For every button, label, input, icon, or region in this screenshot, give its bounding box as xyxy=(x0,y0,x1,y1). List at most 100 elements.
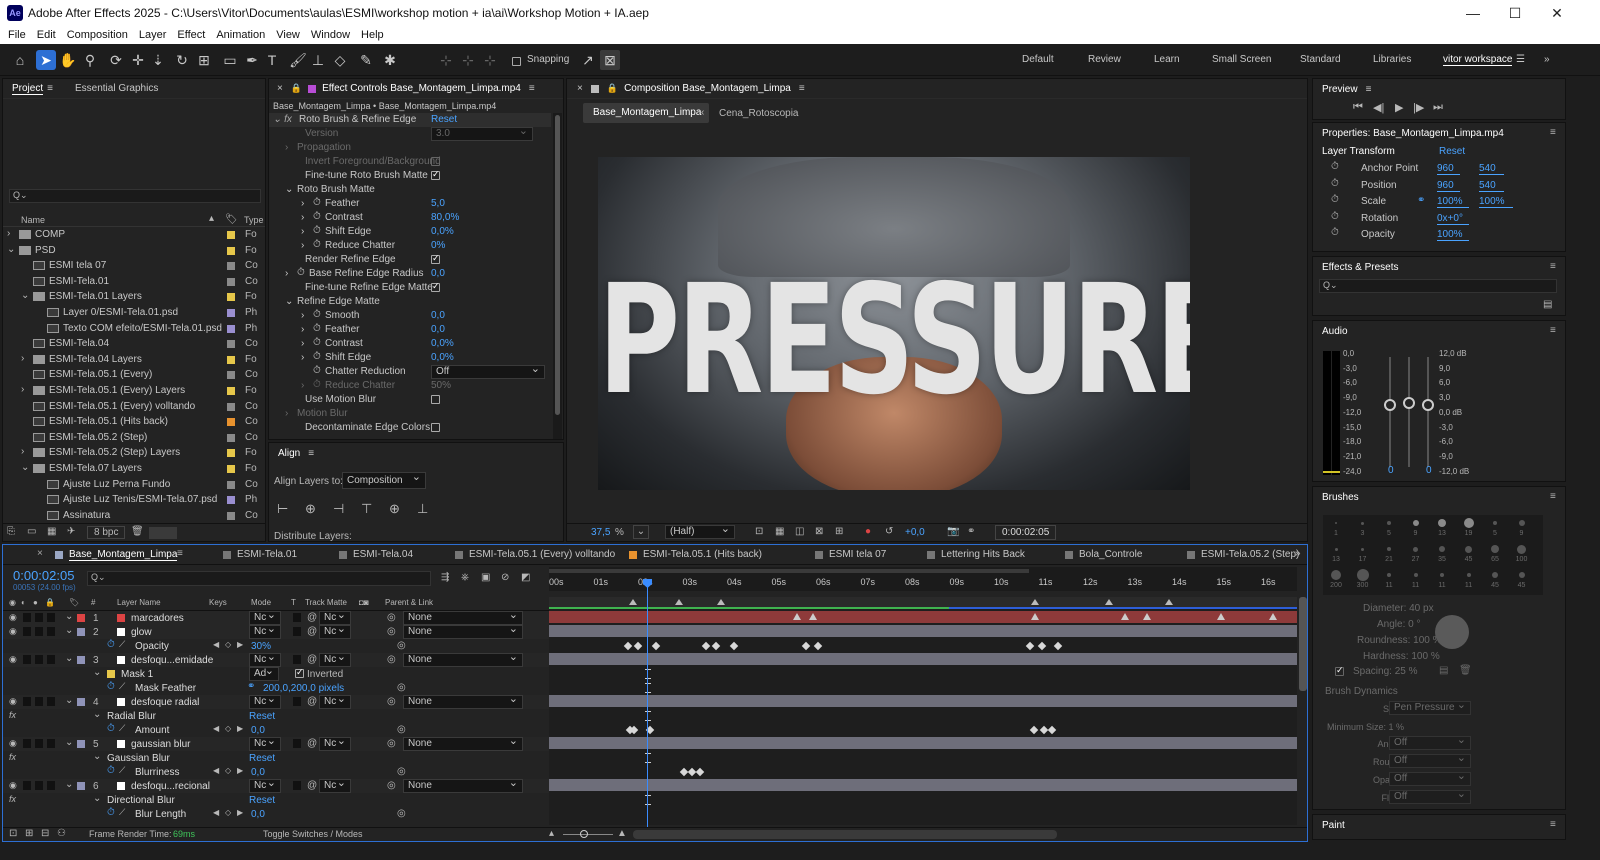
next-keyframe-icon[interactable]: ▶ xyxy=(237,640,243,649)
stopwatch-icon[interactable]: ⏱ xyxy=(107,807,115,818)
label-icon[interactable]: 🏷 xyxy=(69,598,79,607)
timeline-property-row[interactable]: ⏱ ⟋ Blurriness ◀ ◇ ▶ 0,0 ◎ xyxy=(3,765,549,779)
timeline-layer-row[interactable]: ◉⌄3desfoqu...emidadeNc@Nc◎None xyxy=(3,651,549,667)
expand-arrow-icon[interactable]: ⌄ xyxy=(285,184,293,195)
effect-reset-link[interactable]: Reset xyxy=(249,753,275,764)
zoom-in-icon[interactable]: ▲ xyxy=(617,828,627,839)
audio-slider-knob-left[interactable] xyxy=(1384,399,1396,411)
layer-marker-icon[interactable] xyxy=(793,613,801,620)
transform-property-row[interactable]: ⏱ Position 960 540 xyxy=(1313,178,1565,193)
timeline-property-row[interactable]: fx ⌄ Directional Blur Reset xyxy=(3,793,549,807)
pen-tool-icon[interactable]: ✒ xyxy=(242,50,262,70)
timeline-property-row[interactable]: ⏱ ⟋ Mask Feather ⚭ 200,0,200,0 pixels ◎ xyxy=(3,681,549,695)
expand-arrow-icon[interactable]: › xyxy=(301,310,304,321)
effect-reset-link[interactable]: Reset xyxy=(249,711,275,722)
effect-controls-scrollbar[interactable] xyxy=(553,113,562,439)
project-item[interactable]: ⌄ ESMI-Tela.07 Layers Fo xyxy=(3,461,265,476)
label-color-swatch[interactable] xyxy=(227,496,235,505)
effect-property-row[interactable]: › Motion Blur xyxy=(269,407,551,421)
lock-toggle[interactable] xyxy=(47,655,55,664)
expand-arrow-icon[interactable]: › xyxy=(285,142,288,153)
tab-composition[interactable]: Composition Base_Montagem_Limpa xyxy=(624,83,791,94)
effect-property-value[interactable]: 0,0 xyxy=(431,268,445,279)
expand-arrow-icon[interactable]: › xyxy=(21,384,24,395)
graph-icon[interactable]: ⟋ xyxy=(119,681,125,692)
view-axis-icon[interactable]: ⊹ xyxy=(480,50,500,70)
new-folder-icon[interactable]: ▭ xyxy=(27,526,36,537)
effect-property-dropdown[interactable]: Off xyxy=(431,363,545,379)
expand-arrow-icon[interactable]: › xyxy=(301,240,304,251)
layer-name[interactable]: marcadores xyxy=(131,613,184,624)
label-color-swatch[interactable] xyxy=(227,246,235,255)
col-keys[interactable]: Keys xyxy=(209,598,227,607)
brush-tip-icon[interactable] xyxy=(1412,520,1419,526)
more-workspaces-icon[interactable]: » xyxy=(1544,54,1550,65)
expand-arrow-icon[interactable]: ⌄ xyxy=(93,751,101,762)
layer-marker-icon[interactable] xyxy=(1143,613,1151,620)
layer-duration-bar[interactable] xyxy=(549,695,1297,707)
brush-tip-icon[interactable] xyxy=(1491,545,1499,553)
effect-property-row[interactable]: › ⏱ Feather 0,0 xyxy=(269,323,551,337)
layer-label-color[interactable] xyxy=(77,614,85,622)
graph-icon[interactable]: ⟋ xyxy=(119,723,125,734)
menu-edit[interactable]: Edit xyxy=(37,29,56,41)
parent-dropdown[interactable]: None xyxy=(403,651,523,667)
solo-switch-icon[interactable]: ● xyxy=(33,598,38,607)
panel-menu-icon[interactable]: ≡ xyxy=(1550,261,1556,272)
world-axis-icon[interactable]: ⊹ xyxy=(458,50,478,70)
effect-property-row[interactable]: › ⏱ Base Refine Edge Radius 0,0 xyxy=(269,267,551,281)
add-keyframe-icon[interactable]: ◇ xyxy=(225,766,231,775)
guides-icon[interactable]: ⊞ xyxy=(835,526,843,537)
timeline-property-row[interactable]: fx ⌄ Radial Blur Reset xyxy=(3,709,549,723)
in-out-icon[interactable]: ⊟ xyxy=(41,828,49,839)
effect-reset-link[interactable]: Reset xyxy=(249,795,275,806)
layer-marker-icon[interactable] xyxy=(1217,613,1225,620)
timeline-tab[interactable]: ESMI-Tela.05.2 (Step) xyxy=(1201,549,1299,560)
effect-property-row[interactable]: › ⏱ Contrast 80,0% xyxy=(269,211,551,225)
layer-duration-bar[interactable] xyxy=(549,625,1297,637)
blend-mode-dropdown[interactable]: Nc xyxy=(249,735,281,751)
dolly-camera-icon[interactable]: ⇣ xyxy=(148,50,168,70)
project-item[interactable]: Layer 0/ESMI-Tela.01.psd Ph xyxy=(3,305,265,320)
stopwatch-icon[interactable]: ⏱ xyxy=(1331,194,1339,205)
shy-layers-icon[interactable]: ▣ xyxy=(481,572,490,583)
layer-duration-bar[interactable] xyxy=(549,737,1297,749)
brush-tip-icon[interactable] xyxy=(1463,518,1474,528)
expand-arrow-icon[interactable]: ⌄ xyxy=(65,653,73,664)
label-color-swatch[interactable] xyxy=(227,277,235,286)
brush-tip-icon[interactable] xyxy=(1387,547,1391,551)
brush-tip-icon[interactable] xyxy=(1439,546,1445,552)
first-frame-icon[interactable]: ⏮ xyxy=(1353,101,1363,114)
effect-property-row[interactable]: › ⏱ Reduce Chatter 50% xyxy=(269,379,551,393)
layer-name[interactable]: glow xyxy=(131,627,152,638)
transparency-grid-icon[interactable]: ▦ xyxy=(775,526,784,537)
label-color-swatch[interactable] xyxy=(227,309,235,317)
transform-property-row[interactable]: ⏱ Rotation 0x+0° xyxy=(1313,211,1565,226)
transform-value-1[interactable]: 100% xyxy=(1437,196,1469,208)
effect-property-checkbox[interactable] xyxy=(431,169,440,180)
effect-property-row[interactable]: › ⏱ Shift Edge 0,0% xyxy=(269,351,551,365)
parent-dropdown[interactable]: None xyxy=(403,777,523,793)
timeline-property-row[interactable]: ⌄ Mask 1 Ad Inverted xyxy=(3,665,549,681)
comp-marker-icon[interactable] xyxy=(717,599,725,605)
stopwatch-icon[interactable]: ⏱ xyxy=(313,351,321,362)
effect-property-value[interactable]: 0,0 xyxy=(431,324,445,335)
track-matte-dropdown[interactable]: Nc xyxy=(319,623,351,639)
label-color-swatch[interactable] xyxy=(227,371,235,380)
project-item[interactable]: Ajuste Luz Tenis/ESMI-Tela.07.psd Ph xyxy=(3,492,265,507)
project-item[interactable]: Texto COM efeito/ESMI-Tela.01.psd Ph xyxy=(3,321,265,336)
expand-arrow-icon[interactable]: › xyxy=(285,408,288,419)
layer-name[interactable]: desfoqu...emidade xyxy=(131,655,213,666)
eraser-tool-icon[interactable]: ◇ xyxy=(330,50,350,70)
parent-pickwhip-icon[interactable]: ◎ xyxy=(387,696,396,707)
stopwatch-icon[interactable]: ⏱ xyxy=(107,681,115,692)
panel-menu-icon[interactable]: ≡ xyxy=(1550,491,1556,502)
panel-menu-icon[interactable]: ≡ xyxy=(1366,84,1372,95)
stopwatch-icon[interactable]: ⏱ xyxy=(107,765,115,776)
menu-help[interactable]: Help xyxy=(361,29,384,41)
close-tab-icon[interactable]: × xyxy=(277,83,283,94)
stopwatch-icon[interactable]: ⏱ xyxy=(1331,227,1339,238)
effect-property-checkbox[interactable] xyxy=(431,423,440,432)
layer-marker-icon[interactable] xyxy=(1031,613,1039,620)
composition-viewer[interactable]: PRESSURE xyxy=(598,157,1190,490)
